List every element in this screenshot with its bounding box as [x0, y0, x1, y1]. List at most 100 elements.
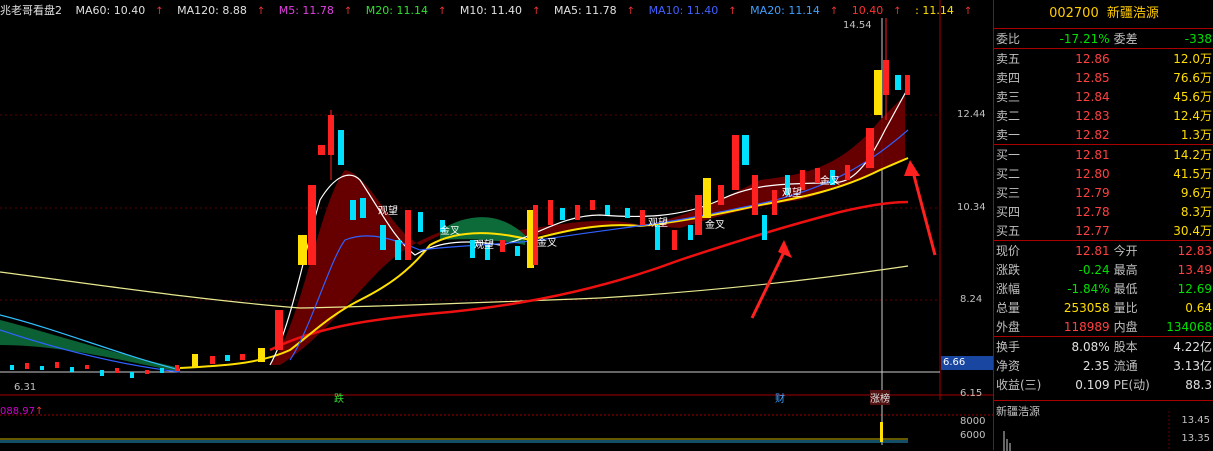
bid-label: 买三	[996, 186, 1021, 200]
ask-volume: 1.3万	[1180, 128, 1212, 142]
stat-row: 现价 12.81 今开 12.83	[994, 241, 1213, 261]
stat-row: 外盘 118989 内盘 134068	[994, 317, 1213, 337]
mini-chart-svg	[1003, 411, 1170, 451]
stock-title: 002700 新疆浩源	[994, 0, 1213, 29]
weibi-value: -17.21%	[1059, 31, 1110, 46]
signal-annotation: 观望	[648, 218, 668, 229]
stat-label: 今开	[1113, 244, 1138, 258]
ask-label: 卖三	[996, 90, 1021, 104]
ask-row[interactable]: 卖二 12.83 12.4万	[994, 106, 1213, 125]
candles	[10, 18, 910, 378]
stat-value: -0.24	[1078, 262, 1110, 277]
ask-row[interactable]: 卖三 12.84 45.6万	[994, 87, 1213, 106]
ask-label: 卖一	[996, 128, 1021, 142]
ask-label: 卖五	[996, 52, 1021, 66]
ask-row[interactable]: 卖四 12.85 76.6万	[994, 68, 1213, 87]
ask-price: 12.85	[1075, 70, 1110, 85]
stat-label: 涨幅	[996, 282, 1021, 296]
ma20-value: MA20: 11.14	[750, 4, 820, 17]
fund-label: 股本	[1113, 340, 1138, 354]
fund-value: 3.13亿	[1173, 359, 1212, 373]
ask-price: 12.84	[1075, 89, 1110, 104]
stat-label: 最低	[1113, 282, 1138, 296]
ask-price: 12.83	[1075, 108, 1110, 123]
y-axis-label: 12.44	[957, 109, 986, 120]
order-book: 委比 -17.21% 委差 -338 卖五 12.86 12.0万 卖四 12.85 7…	[994, 29, 1213, 394]
m5-value: M5: 11.78	[278, 4, 334, 17]
bid-row[interactable]: 买二 12.80 41.5万	[994, 164, 1213, 183]
ma-indicator-header: 兆老哥看盘2 MA60: 10.40 ↑ MA120: 8.88 ↑ M5: 11.…	[0, 4, 973, 17]
extra-value-1: 10.40	[851, 4, 884, 17]
bid-row[interactable]: 买四 12.78 8.3万	[994, 202, 1213, 221]
stat-value: -1.84%	[1067, 281, 1110, 296]
y-axis-label: 6.15	[960, 388, 983, 399]
stat-label: 最高	[1113, 263, 1138, 277]
weicha-label: 委差	[1113, 32, 1138, 46]
bid-price: 12.80	[1075, 166, 1110, 181]
y-axis-label: 8.24	[960, 294, 983, 305]
bid-price: 12.79	[1075, 185, 1110, 200]
bid-price: 12.81	[1075, 147, 1110, 162]
ask-price: 12.82	[1075, 127, 1110, 142]
signal-annotation: 金叉	[820, 176, 840, 187]
signal-annotation: 观望	[474, 240, 494, 251]
stat-value: 134068	[1166, 319, 1212, 334]
ask-volume: 12.0万	[1173, 52, 1212, 66]
volume-header: 088.97↑	[0, 406, 44, 417]
bid-row[interactable]: 买三 12.79 9.6万	[994, 183, 1213, 202]
indicator-name: 兆老哥看盘2	[0, 4, 62, 17]
bid-volume: 14.2万	[1173, 148, 1212, 162]
m10-value: M10: 11.40	[459, 4, 523, 17]
ask-row[interactable]: 卖一 12.82 1.3万	[994, 125, 1213, 145]
extra-value-2: : 11.14	[915, 4, 954, 17]
stat-value: 12.81	[1075, 243, 1110, 258]
kline-svg[interactable]	[0, 0, 993, 450]
ma10-value: MA10: 11.40	[648, 4, 719, 17]
stat-value: 13.49	[1177, 262, 1212, 277]
stat-label: 涨跌	[996, 263, 1021, 277]
fund-label: 流通	[1113, 359, 1138, 373]
ask-volume: 76.6万	[1173, 71, 1212, 85]
stat-value: 12.83	[1177, 243, 1212, 258]
signal-annotation: 金叉	[705, 220, 725, 231]
ma5-value: MA5: 11.78	[553, 4, 617, 17]
fund-label: 换手	[996, 340, 1021, 354]
stat-row: 涨幅 -1.84% 最低 12.69	[994, 279, 1213, 298]
stat-value: 253058	[1063, 300, 1110, 315]
bid-price: 12.78	[1075, 204, 1110, 219]
stat-label: 内盘	[1113, 320, 1138, 334]
ask-volume: 45.6万	[1173, 90, 1212, 104]
bid-price: 12.77	[1075, 223, 1110, 238]
bid-row[interactable]: 买一 12.81 14.2万	[994, 145, 1213, 165]
stock-name: 新疆浩源	[1106, 6, 1159, 21]
bid-label: 买五	[996, 224, 1021, 238]
bid-label: 买四	[996, 205, 1021, 219]
volume-value: 088.97	[0, 406, 35, 417]
ask-label: 卖四	[996, 71, 1021, 85]
stat-value: 0.64	[1185, 300, 1212, 315]
intraday-mini-chart[interactable]: 新疆浩源 13.45 13.35	[994, 400, 1213, 451]
event-marker[interactable]: 涨榜	[870, 390, 890, 405]
kline-chart-area[interactable]: 兆老哥看盘2 MA60: 10.40 ↑ MA120: 8.88 ↑ M5: 11.…	[0, 0, 993, 450]
signal-annotation: 观望	[378, 206, 398, 217]
bid-label: 买一	[996, 148, 1021, 162]
stat-row: 总量 253058 量比 0.64	[994, 298, 1213, 317]
event-marker[interactable]: 跌	[334, 390, 344, 405]
volume-y-label: 8000	[960, 416, 986, 427]
bid-volume: 30.4万	[1173, 224, 1212, 238]
signal-annotation: 金叉	[440, 226, 460, 237]
bid-row[interactable]: 买五 12.77 30.4万	[994, 221, 1213, 241]
quote-panel: 002700 新疆浩源 委比 -17.21% 委差 -338 卖五 12.86 12…	[993, 0, 1213, 451]
volume-y-label: 6000	[960, 430, 986, 441]
current-price-tag: 6.66	[941, 356, 993, 370]
ma60-value: MA60: 10.40	[75, 4, 146, 17]
fund-label: PE(动)	[1113, 378, 1150, 392]
event-marker[interactable]: 财	[775, 390, 785, 405]
y-axis-label: 10.34	[957, 202, 986, 213]
bid-volume: 9.6万	[1180, 186, 1212, 200]
signal-annotation: 金叉	[537, 238, 557, 249]
ask-row[interactable]: 卖五 12.86 12.0万	[994, 49, 1213, 69]
fund-row: 换手 8.08% 股本 4.22亿	[994, 337, 1213, 357]
fund-value: 88.3	[1185, 377, 1212, 392]
ask-label: 卖二	[996, 109, 1021, 123]
